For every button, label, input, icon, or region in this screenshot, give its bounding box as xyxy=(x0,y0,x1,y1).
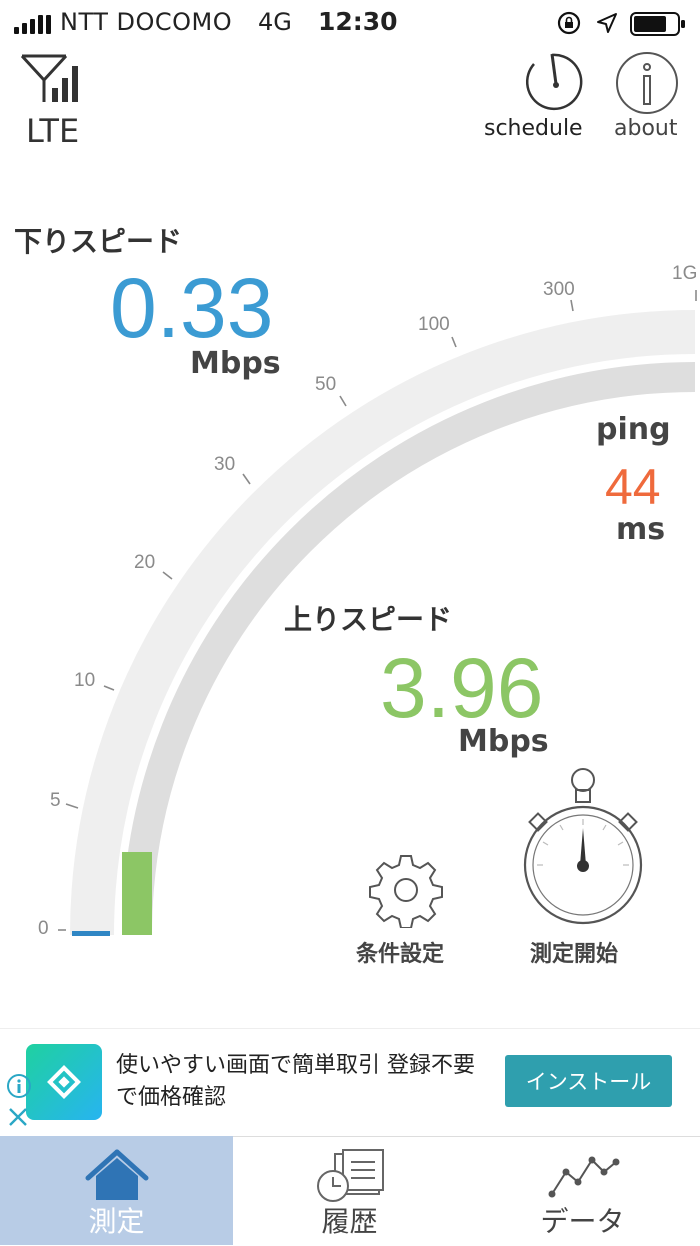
ad-text: 使いやすい画面で簡単取引 登録不要で価格確認 xyxy=(116,1053,475,1110)
download-speed-value: 0.33 xyxy=(110,261,274,355)
upload-speed-value: 3.96 xyxy=(380,641,544,735)
schedule-label: schedule xyxy=(484,116,583,141)
start-label: 測定開始 xyxy=(530,942,619,967)
location-icon xyxy=(597,13,617,33)
history-icon xyxy=(317,1149,384,1202)
signal-strength-icon xyxy=(14,14,54,34)
chart-line-icon xyxy=(548,1156,620,1198)
tab-measure[interactable]: 測定 xyxy=(0,1136,233,1245)
gauge-tick-50: 50 xyxy=(315,374,337,395)
status-bar: NTT DOCOMO 4G 12:30 xyxy=(0,0,700,48)
battery-icon xyxy=(630,12,685,36)
network-type: 4G xyxy=(258,8,292,36)
info-icon xyxy=(616,52,678,114)
ping-label: ping xyxy=(596,412,671,447)
gear-icon xyxy=(369,855,443,928)
settings-button[interactable]: 条件設定 xyxy=(352,850,462,970)
gauge-tick-100: 100 xyxy=(418,314,450,335)
ad-app-icon[interactable] xyxy=(26,1044,102,1120)
gauge-tick-300: 300 xyxy=(543,279,575,300)
download-gauge-fill xyxy=(72,931,110,936)
antenna-signal-icon xyxy=(20,54,78,102)
network-type-label: LTE xyxy=(26,112,80,150)
upload-title: 上りスピード xyxy=(284,603,453,636)
gauge-tick-0: 0 xyxy=(38,918,49,939)
tab-history[interactable]: 履歴 xyxy=(233,1136,466,1245)
status-time: 12:30 xyxy=(318,7,398,36)
tab-data[interactable]: データ xyxy=(466,1136,699,1245)
ad-info-icon[interactable] xyxy=(6,1073,32,1099)
orientation-lock-icon xyxy=(557,11,581,35)
gauge-tick-1g: 1G xyxy=(672,263,698,284)
gauge-tick-20: 20 xyxy=(134,552,156,573)
gauge-tick-30: 30 xyxy=(214,454,236,475)
about-label: about xyxy=(614,116,678,141)
start-measurement-button[interactable]: 測定開始 xyxy=(520,766,650,970)
upload-speed-unit: Mbps xyxy=(458,724,549,759)
tab-data-label: データ xyxy=(540,1205,625,1238)
settings-label: 条件設定 xyxy=(356,942,445,967)
carrier-name: NTT DOCOMO xyxy=(60,8,233,36)
ad-install-button[interactable]: インストール xyxy=(505,1055,672,1107)
diamond-logo-icon xyxy=(47,1065,81,1099)
ping-unit: ms xyxy=(616,512,666,547)
gauge-tick-10: 10 xyxy=(74,670,96,691)
home-icon xyxy=(85,1149,149,1200)
schedule-icon xyxy=(526,53,583,111)
stopwatch-icon xyxy=(523,768,643,925)
about-button[interactable]: about xyxy=(610,46,695,146)
tab-history-label: 履歴 xyxy=(321,1205,378,1238)
download-speed-unit: Mbps xyxy=(190,346,281,381)
gauge-tick-5: 5 xyxy=(50,790,61,811)
schedule-button[interactable]: schedule xyxy=(480,46,600,146)
download-title: 下りスピード xyxy=(14,225,183,258)
ad-close-icon[interactable] xyxy=(7,1106,29,1128)
ping-value: 44 xyxy=(605,459,661,515)
tab-measure-label: 測定 xyxy=(88,1205,145,1238)
